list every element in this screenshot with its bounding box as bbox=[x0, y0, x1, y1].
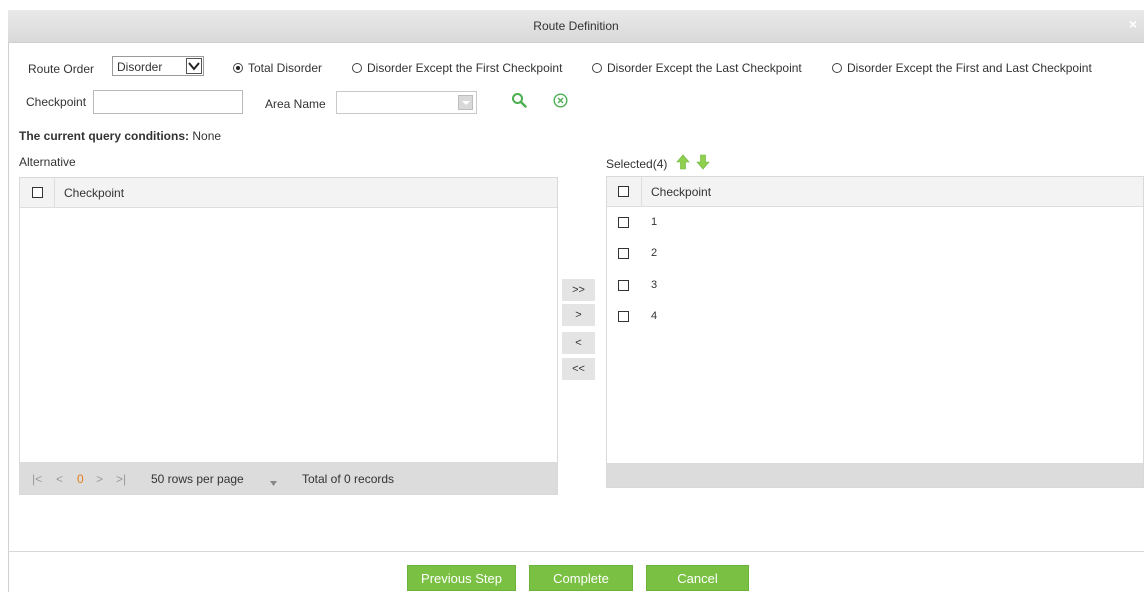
row-checkpoint: 2 bbox=[651, 247, 658, 259]
alternative-title: Alternative bbox=[19, 155, 76, 169]
selected-title: Selected(4) bbox=[606, 157, 667, 171]
move-all-right-button[interactable]: >> bbox=[562, 279, 595, 301]
radio-label: Disorder Except the First Checkpoint bbox=[367, 61, 563, 75]
row-checkbox[interactable] bbox=[618, 280, 629, 291]
radio-dot[interactable] bbox=[592, 63, 602, 73]
row-checkpoint: 3 bbox=[651, 279, 658, 291]
radio-label: Disorder Except the First and Last Check… bbox=[847, 61, 1092, 75]
alternative-column-checkpoint: Checkpoint bbox=[64, 186, 125, 200]
row-checkpoint: 4 bbox=[651, 310, 658, 322]
cancel-button[interactable]: Cancel bbox=[646, 565, 749, 591]
select-all-checkbox[interactable] bbox=[32, 187, 43, 198]
arrow-up-icon[interactable] bbox=[676, 154, 690, 173]
row-checkbox[interactable] bbox=[618, 217, 629, 228]
move-left-button[interactable]: < bbox=[562, 332, 595, 354]
total-records: Total of 0 records bbox=[302, 472, 395, 486]
clear-circle-icon[interactable] bbox=[553, 93, 568, 111]
route-order-value: Disorder bbox=[117, 60, 163, 74]
caret-down-icon[interactable] bbox=[270, 475, 277, 489]
area-name-label: Area Name bbox=[265, 97, 326, 111]
alternative-panel: Checkpoint |< < 0 > >| 50 rows per page … bbox=[19, 177, 558, 495]
radio-dot[interactable] bbox=[352, 63, 362, 73]
table-row[interactable]: 3 bbox=[607, 271, 1143, 302]
last-page-button[interactable]: >| bbox=[116, 472, 126, 486]
select-all-checkbox[interactable] bbox=[618, 186, 629, 197]
close-icon[interactable]: × bbox=[1126, 16, 1140, 32]
column-divider bbox=[641, 177, 642, 206]
checkpoint-filter-label: Checkpoint bbox=[26, 95, 87, 109]
table-row[interactable]: 4 bbox=[607, 302, 1143, 333]
first-page-button[interactable]: |< bbox=[32, 472, 42, 486]
route-order-label: Route Order bbox=[28, 62, 95, 76]
selected-footer bbox=[607, 463, 1143, 487]
selected-panel: Checkpoint 1 2 3 4 bbox=[606, 176, 1144, 488]
rows-per-page-select[interactable]: 50 rows per page bbox=[151, 472, 244, 486]
radio-except-first-last[interactable]: Disorder Except the First and Last Check… bbox=[832, 61, 1092, 75]
next-page-button[interactable]: > bbox=[96, 472, 103, 486]
radio-dot[interactable] bbox=[233, 63, 243, 73]
chevron-down-icon[interactable] bbox=[186, 58, 202, 74]
alternative-table-header: Checkpoint bbox=[20, 178, 557, 208]
query-conditions-label: The current query conditions: bbox=[19, 129, 190, 143]
radio-except-first[interactable]: Disorder Except the First Checkpoint bbox=[352, 61, 562, 75]
route-order-select[interactable]: Disorder bbox=[112, 56, 204, 76]
table-row[interactable]: 1 bbox=[607, 208, 1143, 239]
query-conditions-value: None bbox=[192, 129, 222, 143]
row-checkpoint: 1 bbox=[651, 216, 658, 228]
prev-page-button[interactable]: < bbox=[56, 472, 63, 486]
move-all-left-button[interactable]: << bbox=[562, 358, 595, 380]
query-conditions: The current query conditions: None bbox=[19, 129, 221, 143]
radio-except-last[interactable]: Disorder Except the Last Checkpoint bbox=[592, 61, 802, 75]
chevron-down-icon[interactable] bbox=[458, 95, 473, 110]
search-icon[interactable] bbox=[511, 92, 527, 111]
divider bbox=[8, 551, 1144, 552]
column-divider bbox=[54, 178, 55, 207]
radio-total-disorder[interactable]: Total Disorder bbox=[233, 61, 322, 75]
previous-step-button[interactable]: Previous Step bbox=[407, 565, 516, 591]
dialog-left-border bbox=[8, 42, 9, 592]
move-right-button[interactable]: > bbox=[562, 304, 595, 326]
radio-label: Disorder Except the Last Checkpoint bbox=[607, 61, 802, 75]
dialog-titlebar: Route Definition × bbox=[8, 10, 1144, 43]
selected-title-text: Selected(4) bbox=[606, 157, 668, 171]
radio-label: Total Disorder bbox=[248, 61, 323, 75]
area-name-combo[interactable] bbox=[336, 91, 477, 114]
radio-dot[interactable] bbox=[832, 63, 842, 73]
current-page: 0 bbox=[77, 472, 84, 486]
checkpoint-input[interactable] bbox=[93, 90, 243, 114]
arrow-down-icon[interactable] bbox=[696, 154, 710, 173]
table-row[interactable]: 2 bbox=[607, 239, 1143, 270]
alternative-pager: |< < 0 > >| 50 rows per page Total of 0 … bbox=[20, 462, 557, 494]
dialog-title: Route Definition bbox=[533, 19, 619, 33]
row-checkbox[interactable] bbox=[618, 311, 629, 322]
selected-column-checkpoint: Checkpoint bbox=[651, 185, 712, 199]
complete-button[interactable]: Complete bbox=[529, 565, 633, 591]
selected-table-header: Checkpoint bbox=[607, 177, 1143, 207]
row-checkbox[interactable] bbox=[618, 248, 629, 259]
